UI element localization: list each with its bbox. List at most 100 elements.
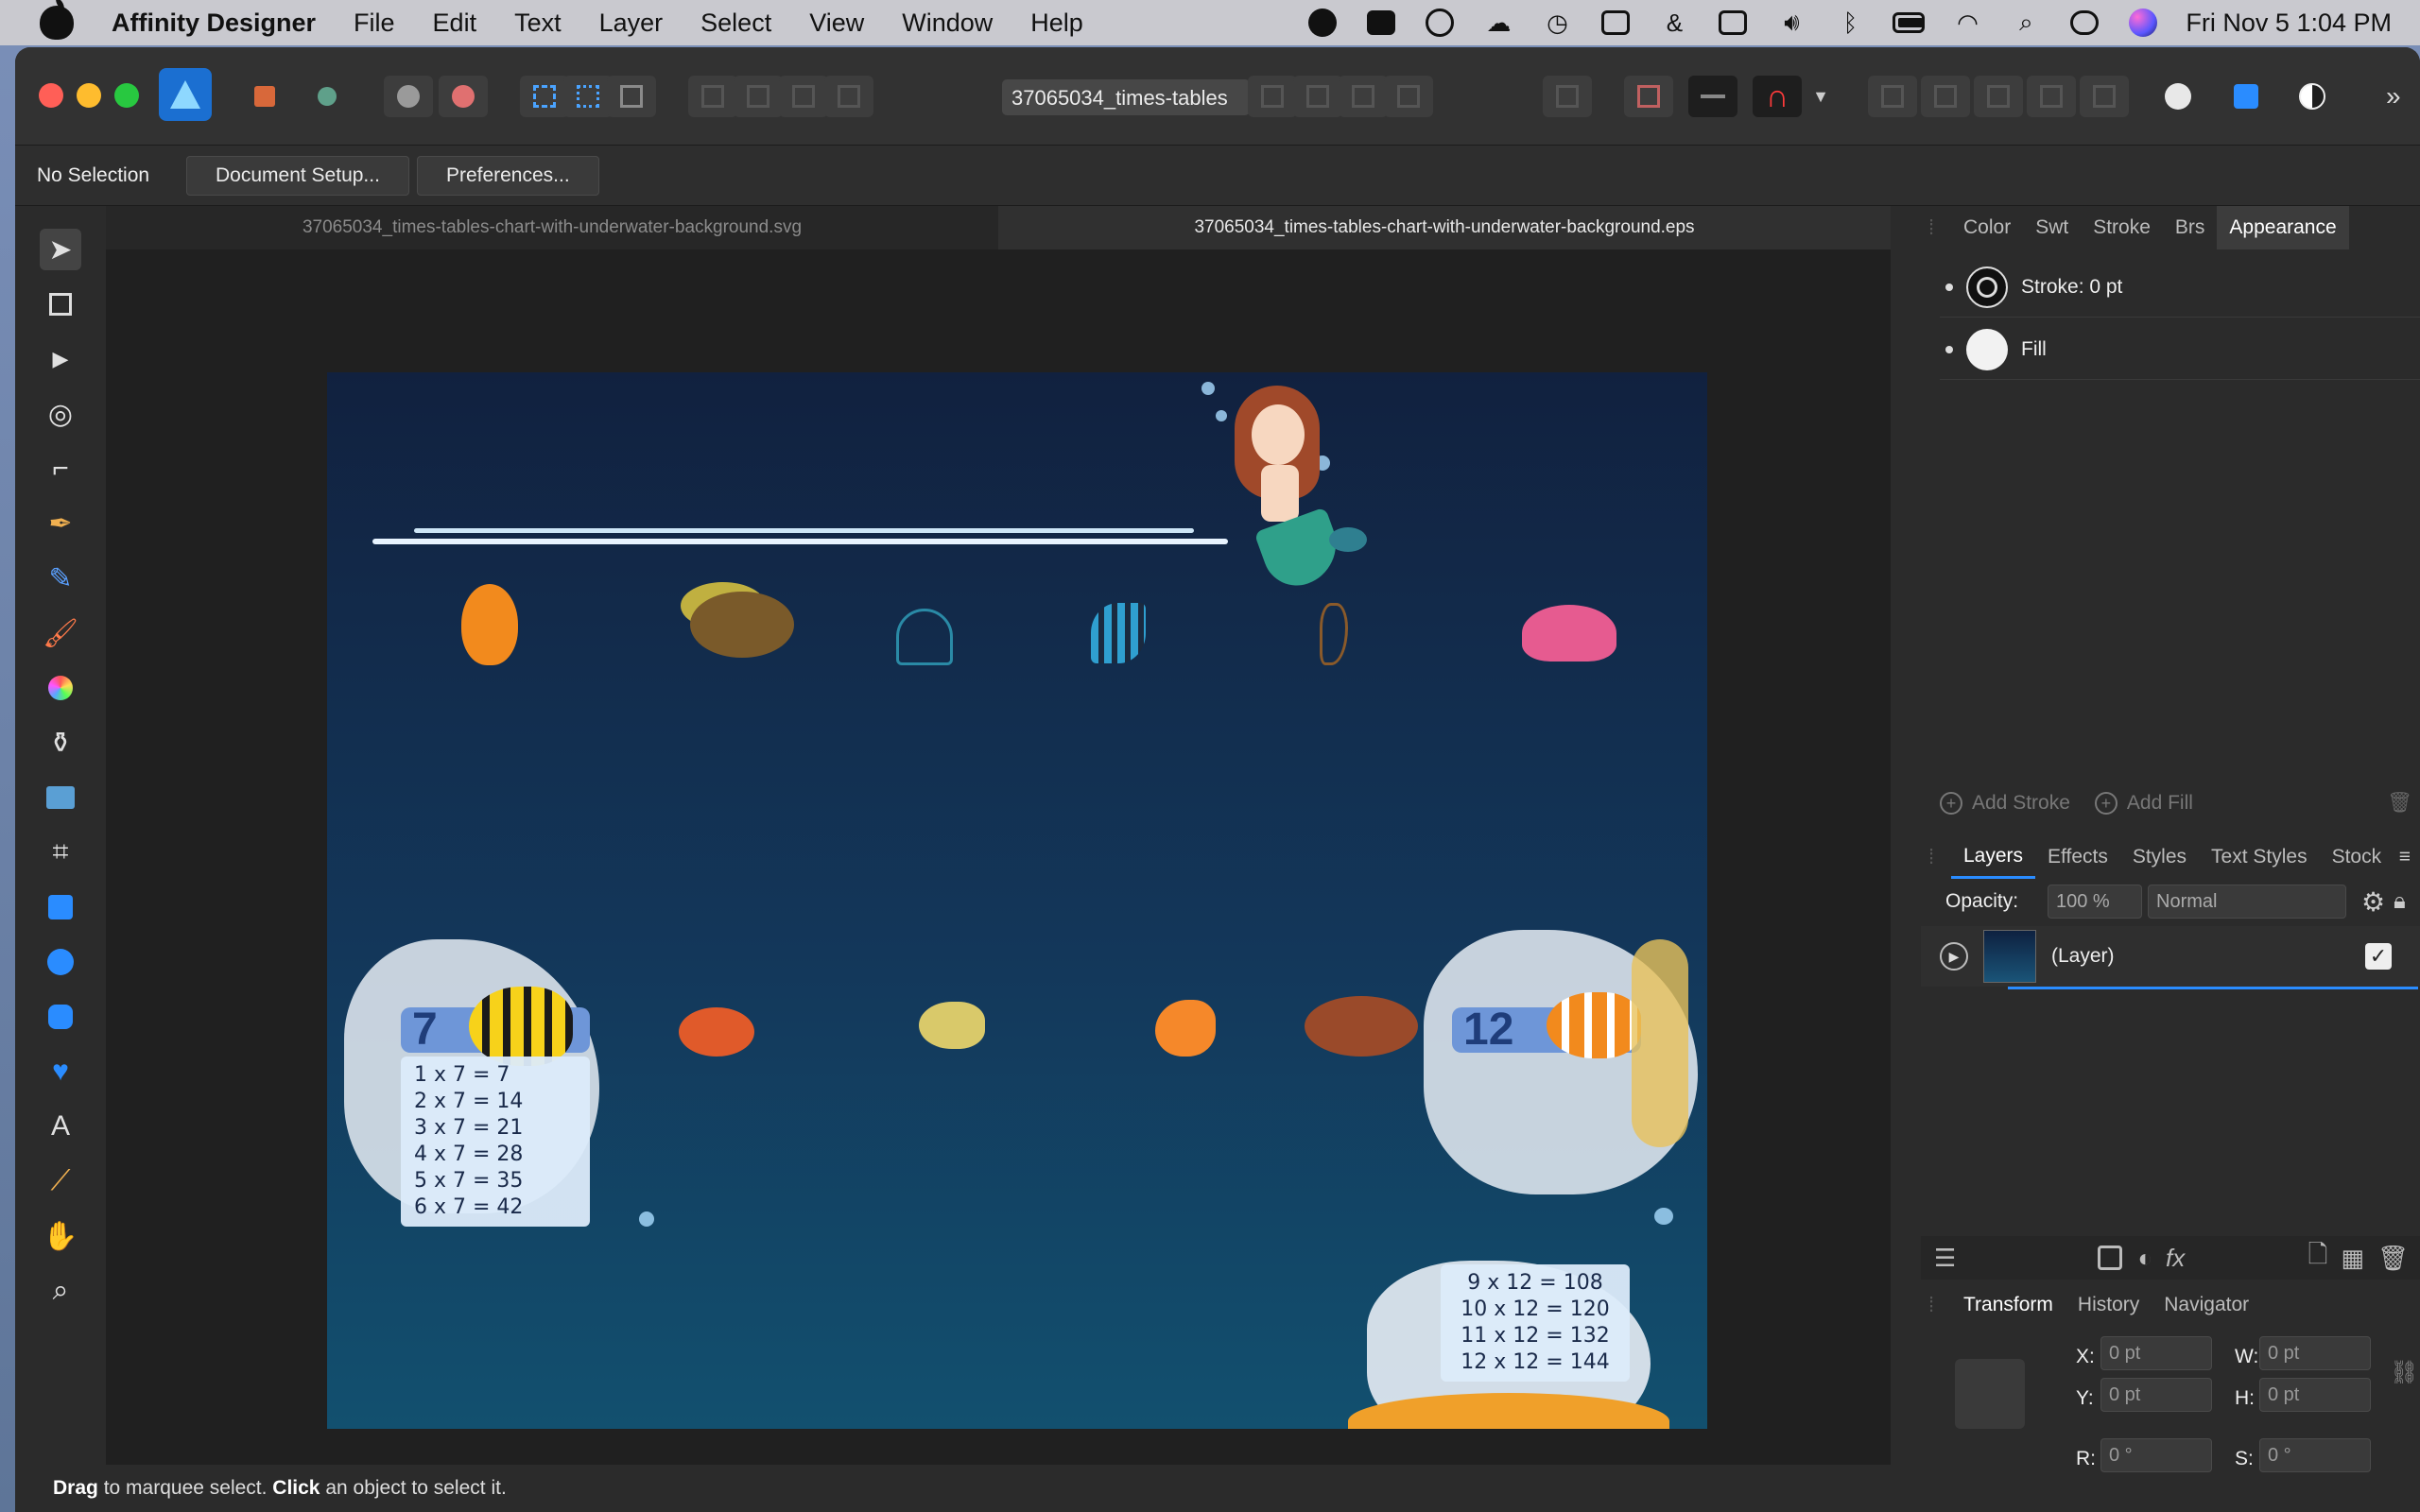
tab-history[interactable]: History [2066,1283,2152,1327]
node-tool-icon[interactable]: ▶ [40,338,81,380]
zoom-window-button[interactable] [114,83,139,108]
designer-persona-icon[interactable] [159,68,212,121]
crop-tool-icon[interactable]: ⌗ [40,832,81,873]
menu-text[interactable]: Text [495,9,580,38]
pixel-persona-icon[interactable] [240,76,289,117]
delete-layer-icon[interactable]: 🗑︎ [2377,1244,2409,1273]
insert-behind-icon[interactable] [2221,76,2271,117]
y-field[interactable]: 0 pt [2100,1378,2212,1412]
volume-icon[interactable]: 🔊︎ [1775,8,1807,37]
tab-effects[interactable]: Effects [2035,835,2120,879]
arrange-back-icon[interactable] [688,76,737,117]
point-transform-tool-icon[interactable]: ◎ [40,393,81,435]
layer-name[interactable]: (Layer) [2051,945,2365,968]
toolbar-overflow-icon[interactable]: » [2386,81,2401,112]
heart-shape-tool-icon[interactable]: ♥ [40,1051,81,1092]
ampersand-icon[interactable]: & [1658,9,1690,37]
insert-top-icon[interactable] [2288,76,2337,117]
rounded-rectangle-tool-icon[interactable] [40,996,81,1038]
menubar-clock[interactable]: Fri Nov 5 1:04 PM [2186,9,2392,38]
view-tool-icon[interactable]: ✋ [40,1215,81,1257]
record-icon[interactable] [1424,9,1456,37]
transparency-tool-icon[interactable]: ⚱ [40,722,81,764]
add-pixel-layer-icon[interactable]: 🗋︎ [2308,1237,2328,1279]
bounds-icon[interactable] [563,76,613,117]
rotation-field[interactable]: 0 ° [2100,1438,2212,1472]
h-field[interactable]: 0 pt [2259,1378,2371,1412]
opacity-field[interactable]: 100 % [2048,885,2142,919]
bluetooth-icon[interactable]: ᛒ [1834,9,1866,37]
mask-layer-icon[interactable] [2098,1246,2123,1270]
keyboard-icon[interactable] [1717,9,1749,37]
layer-settings-gear-icon[interactable]: ⚙ [2361,886,2385,918]
menu-edit[interactable]: Edit [414,9,496,38]
fill-swatch[interactable] [1966,328,2008,370]
anchor-point-selector[interactable] [1955,1359,2025,1429]
tab-eps-document[interactable]: 37065034_times-tables-chart-with-underwa… [998,206,1891,249]
x-field[interactable]: 0 pt [2100,1336,2212,1370]
document-name-field[interactable]: 37065034_times-tables [1002,79,1250,115]
minimize-window-button[interactable] [77,83,101,108]
appearance-fill-row[interactable]: Fill [1940,319,2420,380]
lock-aspect-icon[interactable]: ⛓ [2390,1359,2418,1386]
layers-stack-icon[interactable]: ☰ [1934,1244,1956,1273]
tab-navigator[interactable]: Navigator [2152,1283,2261,1327]
add-fill-icon[interactable]: + [2094,792,2118,815]
panel-grip-icon[interactable]: ⁞ [1928,215,1951,240]
tab-svg-document[interactable]: 37065034_times-tables-chart-with-underwa… [106,206,998,249]
add-fill-button[interactable]: Add Fill [2127,792,2193,815]
color-picker-tool-icon[interactable]: ⟋ [40,1160,81,1202]
layer-lock-icon[interactable]: 🔒︎ [2394,888,2406,915]
insert-inside-icon[interactable] [2153,76,2203,117]
move-tool-icon[interactable]: ➤ [40,229,81,270]
corner-tool-icon[interactable]: ⌐ [40,448,81,490]
pencil-tool-icon[interactable]: ✎ [40,558,81,599]
canvas-area[interactable]: 7 1 x 7 = 7 2 x 7 = 14 3 x 7 = 21 4 x 7 … [106,249,1891,1484]
panel-menu-icon[interactable]: ≡ [2399,846,2411,868]
wifi-icon[interactable]: ◠ [1951,9,1983,37]
adjustment-icon[interactable]: ◐ [2137,1244,2152,1273]
expand-layer-icon[interactable]: ▶ [1940,942,1968,971]
menu-view[interactable]: View [790,9,883,38]
shear-field[interactable]: 0 ° [2259,1438,2371,1472]
boolean-divide-icon[interactable] [2080,76,2129,117]
gradient-icon[interactable] [439,76,488,117]
pen-tool-icon[interactable]: ✒ [40,503,81,544]
boolean-subtract-icon[interactable] [1921,76,1970,117]
fill-tool-icon[interactable] [40,667,81,709]
rotate-right-icon[interactable] [1384,76,1433,117]
time-machine-icon[interactable]: ◷ [1541,9,1573,37]
add-group-icon[interactable]: ▦ [2341,1244,2364,1273]
arrange-forward-icon[interactable] [779,76,828,117]
align-icon[interactable] [1543,76,1592,117]
tab-swatches[interactable]: Swt [2023,206,2081,249]
ellipse-tool-icon[interactable] [40,941,81,983]
document-setup-button[interactable]: Document Setup... [186,155,409,196]
menu-layer[interactable]: Layer [580,9,683,38]
tab-stroke[interactable]: Stroke [2081,206,2163,249]
tab-color[interactable]: Color [1951,206,2023,249]
arrange-backward-icon[interactable] [734,76,783,117]
appearance-stroke-row[interactable]: Stroke: 0 pt [1940,257,2420,318]
app-icon[interactable] [1306,9,1339,37]
html5-icon[interactable] [1365,9,1397,37]
panel-grip-icon[interactable]: ⁞ [1928,1293,1951,1317]
rotate-left-icon[interactable] [1339,76,1388,117]
place-image-tool-icon[interactable] [40,777,81,818]
blend-mode-select[interactable]: Normal [2148,885,2346,919]
close-window-button[interactable] [39,83,63,108]
flip-horizontal-icon[interactable] [1248,76,1297,117]
layer-visibility-checkbox[interactable]: ✓ [2365,943,2392,970]
export-persona-icon[interactable] [302,76,352,117]
artboard-tool-icon[interactable] [40,284,81,325]
search-icon[interactable]: ⌕ [2010,8,2042,37]
grid-snap-icon[interactable] [520,76,569,117]
battery-icon[interactable] [1893,9,1926,37]
menu-app-name[interactable]: Affinity Designer [106,9,335,38]
calendar-icon[interactable] [1599,9,1632,37]
boolean-intersect-icon[interactable] [1974,76,2023,117]
add-stroke-button[interactable]: Add Stroke [1972,792,2070,815]
tab-appearance[interactable]: Appearance [2217,206,2349,249]
tab-transform[interactable]: Transform [1951,1283,2066,1327]
vector-brush-tool-icon[interactable]: 🖌︎ [40,612,81,654]
